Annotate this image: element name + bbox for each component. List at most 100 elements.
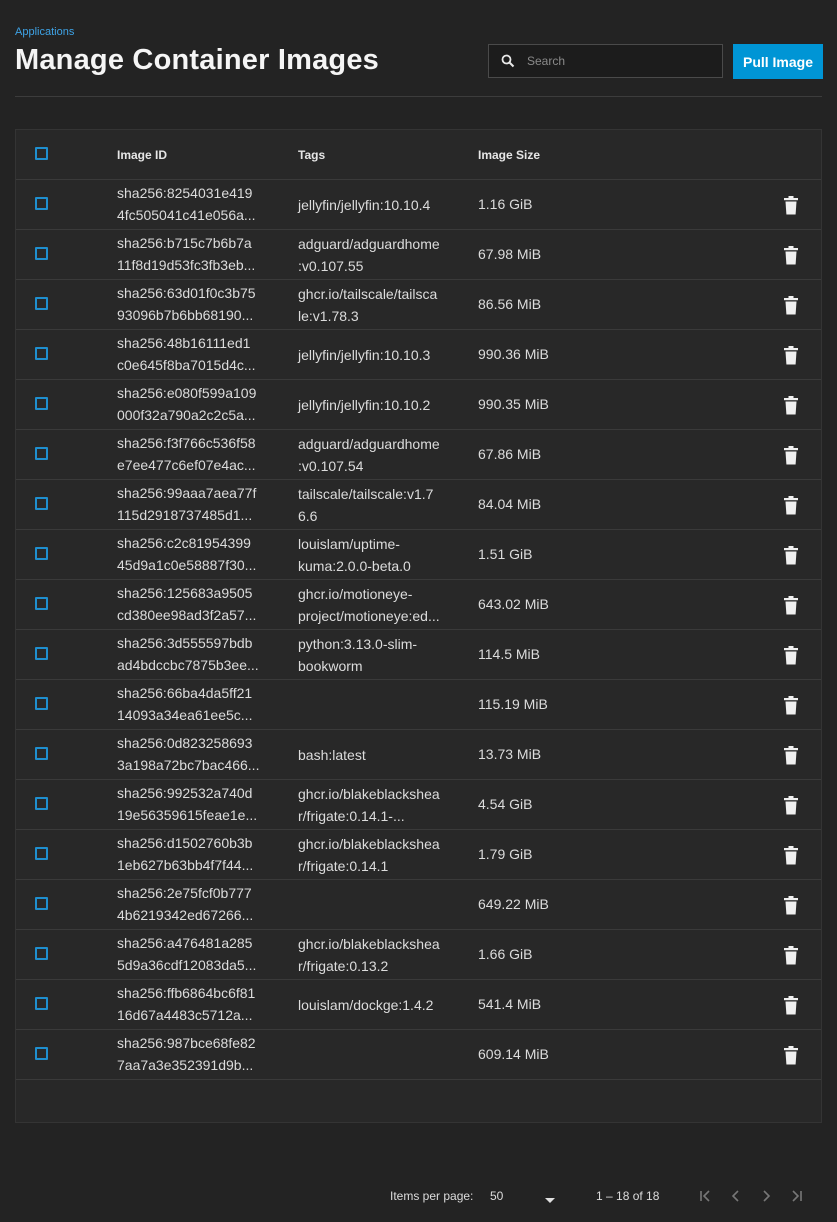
- delete-trash-icon[interactable]: [782, 945, 800, 965]
- delete-trash-icon[interactable]: [782, 695, 800, 715]
- row-checkbox[interactable]: [35, 997, 48, 1010]
- search-input[interactable]: [527, 54, 722, 68]
- table-row[interactable]: sha256:ffb6864bc6f81 16d67a4483c5712a... l…: [16, 980, 821, 1030]
- delete-trash-icon[interactable]: [782, 245, 800, 265]
- row-checkbox[interactable]: [35, 797, 48, 810]
- delete-trash-icon[interactable]: [782, 595, 800, 615]
- delete-trash-icon[interactable]: [782, 1045, 800, 1065]
- image-size-cell: 1.79 GiB: [478, 846, 533, 862]
- row-checkbox[interactable]: [35, 847, 48, 860]
- table-row[interactable]: sha256:66ba4da5ff21 14093a34ea61ee5c... 11…: [16, 680, 821, 730]
- table-row[interactable]: sha256:125683a9505 cd380ee98ad3f2a57... gh…: [16, 580, 821, 630]
- delete-trash-icon[interactable]: [782, 395, 800, 415]
- tag-line-1: adguard/adguardhome: [298, 235, 440, 252]
- table-row[interactable]: sha256:c2c81954399 45d9a1c0e58887f30... lo…: [16, 530, 821, 580]
- image-id-line-1: sha256:987bce68fe82: [117, 1035, 256, 1051]
- tag-line-1: jellyfin/jellyfin:10.10.2: [298, 396, 431, 413]
- table-row[interactable]: sha256:a476481a285 5d9a36cdf12083da5... gh…: [16, 930, 821, 980]
- first-page-icon[interactable]: [696, 1186, 716, 1206]
- column-header-image-id[interactable]: Image ID: [117, 148, 167, 162]
- delete-trash-icon[interactable]: [782, 795, 800, 815]
- search-box[interactable]: [488, 44, 723, 78]
- delete-trash-icon[interactable]: [782, 495, 800, 515]
- image-id-line-1: sha256:125683a9505: [117, 585, 253, 601]
- column-header-tags[interactable]: Tags: [298, 148, 325, 162]
- tags-cell: jellyfin/jellyfin:10.10.2: [298, 380, 448, 429]
- tags-cell: ghcr.io/blakeblackshea r/frigate:0.14.1: [298, 830, 448, 879]
- tag-line-1: python:3.13.0-slim-: [298, 635, 418, 652]
- image-id-line-2: 5d9a36cdf12083da5...: [117, 957, 257, 973]
- tags-cell: adguard/adguardhome:v0.107.54: [298, 430, 448, 479]
- table-row[interactable]: sha256:48b16111ed1 c0e645f8ba7015d4c... je…: [16, 330, 821, 380]
- row-checkbox[interactable]: [35, 647, 48, 660]
- row-checkbox[interactable]: [35, 697, 48, 710]
- tags-cell: [298, 680, 448, 729]
- image-id-line-1: sha256:0d823258693: [117, 735, 253, 751]
- row-checkbox[interactable]: [35, 1047, 48, 1060]
- row-checkbox[interactable]: [35, 747, 48, 760]
- image-id-line-1: sha256:66ba4da5ff21: [117, 685, 253, 701]
- delete-trash-icon[interactable]: [782, 295, 800, 315]
- table-row[interactable]: sha256:8254031e419 4fc505041c41e056a... je…: [16, 180, 821, 230]
- previous-page-icon[interactable]: [726, 1186, 746, 1206]
- delete-trash-icon[interactable]: [782, 445, 800, 465]
- last-page-icon[interactable]: [786, 1186, 806, 1206]
- image-size-cell: 1.16 GiB: [478, 196, 533, 212]
- image-id-line-2: c0e645f8ba7015d4c...: [117, 357, 256, 373]
- row-checkbox[interactable]: [35, 897, 48, 910]
- image-id-cell: sha256:ffb6864bc6f81 16d67a4483c5712a...: [117, 982, 277, 1026]
- items-per-page-select[interactable]: 50: [490, 1189, 560, 1205]
- row-checkbox[interactable]: [35, 447, 48, 460]
- row-checkbox[interactable]: [35, 347, 48, 360]
- table-row[interactable]: sha256:d1502760b3b 1eb627b63bb4f7f44... gh…: [16, 830, 821, 880]
- table-row[interactable]: sha256:f3f766c536f58 e7ee477c6ef07e4ac...…: [16, 430, 821, 480]
- image-id-cell: sha256:2e75fcf0b777 4b6219342ed67266...: [117, 882, 277, 926]
- breadcrumb[interactable]: Applications: [15, 26, 74, 38]
- delete-trash-icon[interactable]: [782, 195, 800, 215]
- tags-cell: [298, 1030, 448, 1079]
- pull-image-button[interactable]: Pull Image: [733, 44, 823, 79]
- row-checkbox[interactable]: [35, 497, 48, 510]
- tag-line-2: 6.6: [298, 507, 318, 524]
- delete-trash-icon[interactable]: [782, 645, 800, 665]
- table-row[interactable]: sha256:2e75fcf0b777 4b6219342ed67266... 64…: [16, 880, 821, 930]
- image-id-line-2: ad4bdccbc7875b3ee...: [117, 657, 259, 673]
- select-all-checkbox[interactable]: [35, 147, 48, 160]
- pagination-range: 1 – 18 of 18: [596, 1189, 660, 1203]
- row-checkbox[interactable]: [35, 397, 48, 410]
- image-id-line-1: sha256:99aaa7aea77f: [117, 485, 257, 501]
- table-row[interactable]: sha256:992532a740d 19e56359615feae1e... gh…: [16, 780, 821, 830]
- row-checkbox[interactable]: [35, 197, 48, 210]
- delete-trash-icon[interactable]: [782, 995, 800, 1015]
- next-page-icon[interactable]: [756, 1186, 776, 1206]
- table-row[interactable]: sha256:b715c7b6b7a 11f8d19d53fc3fb3eb... a…: [16, 230, 821, 280]
- image-id-line-2: 1eb627b63bb4f7f44...: [117, 857, 254, 873]
- delete-trash-icon[interactable]: [782, 895, 800, 915]
- delete-trash-icon[interactable]: [782, 845, 800, 865]
- row-checkbox[interactable]: [35, 947, 48, 960]
- image-id-cell: sha256:f3f766c536f58 e7ee477c6ef07e4ac...: [117, 432, 277, 476]
- row-checkbox[interactable]: [35, 547, 48, 560]
- delete-trash-icon[interactable]: [782, 745, 800, 765]
- image-id-line-1: sha256:2e75fcf0b777: [117, 885, 252, 901]
- column-header-image-size[interactable]: Image Size: [478, 148, 540, 162]
- table-row[interactable]: sha256:e080f599a109 000f32a790a2c2c5a... j…: [16, 380, 821, 430]
- delete-trash-icon[interactable]: [782, 345, 800, 365]
- tag-line-1: jellyfin/jellyfin:10.10.4: [298, 196, 431, 213]
- image-id-line-1: sha256:f3f766c536f58: [117, 435, 256, 451]
- table-row[interactable]: sha256:987bce68fe82 7aa7a3e352391d9b... 60…: [16, 1030, 821, 1080]
- table-row[interactable]: sha256:63d01f0c3b75 93096b7b6bb68190... gh…: [16, 280, 821, 330]
- image-id-cell: sha256:63d01f0c3b75 93096b7b6bb68190...: [117, 282, 277, 326]
- image-size-cell: 990.35 MiB: [478, 396, 549, 412]
- image-id-line-1: sha256:3d555597bdb: [117, 635, 253, 651]
- row-checkbox[interactable]: [35, 297, 48, 310]
- table-row[interactable]: sha256:3d555597bdb ad4bdccbc7875b3ee... py…: [16, 630, 821, 680]
- table-row[interactable]: sha256:99aaa7aea77f 115d2918737485d1... ta…: [16, 480, 821, 530]
- image-id-line-1: sha256:d1502760b3b: [117, 835, 253, 851]
- row-checkbox[interactable]: [35, 247, 48, 260]
- table-row[interactable]: sha256:0d823258693 3a198a72bc7bac466... ba…: [16, 730, 821, 780]
- row-checkbox[interactable]: [35, 597, 48, 610]
- delete-trash-icon[interactable]: [782, 545, 800, 565]
- image-id-cell: sha256:b715c7b6b7a 11f8d19d53fc3fb3eb...: [117, 232, 277, 276]
- tags-cell: python:3.13.0-slim-bookworm: [298, 630, 448, 679]
